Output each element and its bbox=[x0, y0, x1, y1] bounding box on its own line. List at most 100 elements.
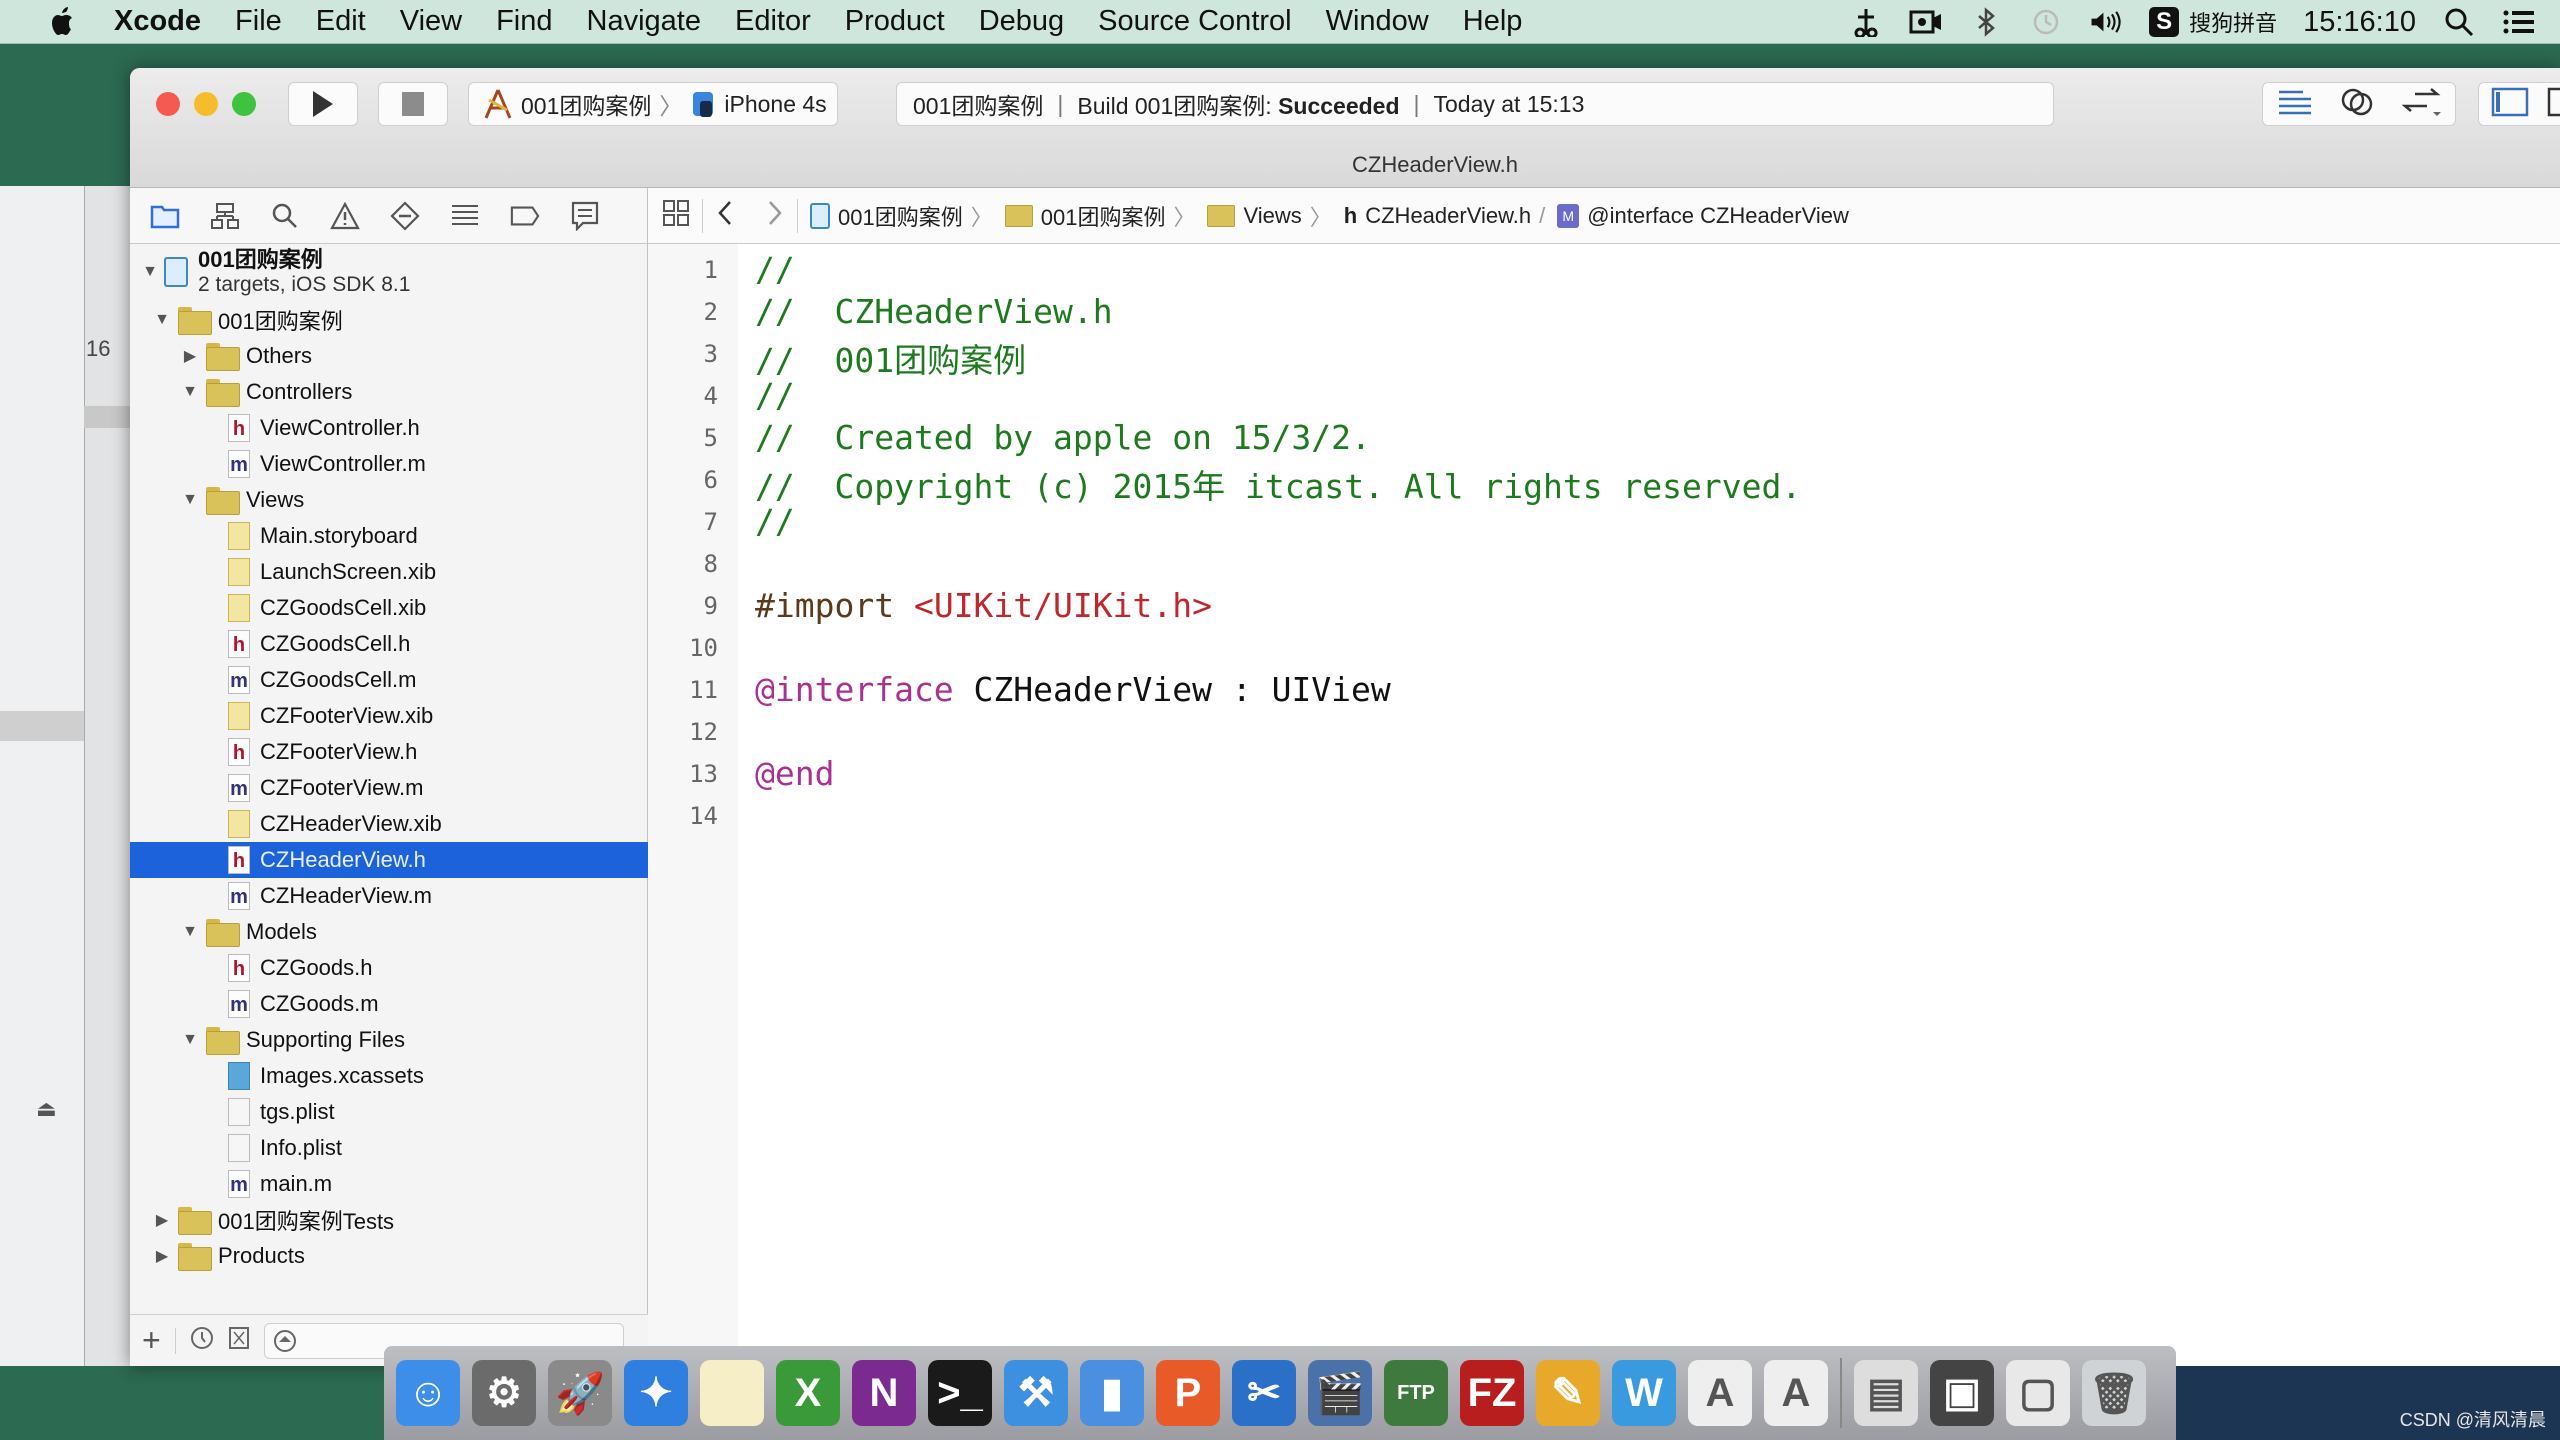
breadcrumb-project[interactable]: 001团购案例 〉 bbox=[810, 200, 993, 232]
disclosure-triangle-expanded-icon[interactable]: ▼ bbox=[180, 922, 200, 942]
spotlight-search-icon[interactable] bbox=[2442, 6, 2476, 38]
version-editor-icon[interactable] bbox=[2401, 86, 2442, 123]
file-tree-row[interactable]: CZFooterView.xib bbox=[130, 698, 648, 734]
menu-find[interactable]: Find bbox=[496, 5, 552, 38]
toggle-navigator-icon[interactable] bbox=[2491, 87, 2529, 122]
file-tree-row[interactable]: ▼ Controllers bbox=[130, 374, 648, 410]
file-tree-row[interactable]: ▼ Models bbox=[130, 914, 648, 950]
file-tree-row[interactable]: CZGoodsCell.xib bbox=[130, 590, 648, 626]
disclosure-triangle-expanded-icon[interactable]: ▼ bbox=[180, 382, 200, 402]
file-tree-row[interactable]: m CZHeaderView.m bbox=[130, 878, 648, 914]
dock-onenote-icon[interactable]: N bbox=[852, 1360, 916, 1426]
recent-files-clock-icon[interactable] bbox=[190, 1326, 214, 1355]
screen-record-icon[interactable] bbox=[1909, 6, 1943, 38]
disclosure-triangle-collapsed-icon[interactable]: ▶ bbox=[152, 1210, 172, 1230]
breakpoint-navigator-tag-icon[interactable] bbox=[510, 201, 540, 231]
file-tree-row[interactable]: h CZGoodsCell.h bbox=[130, 626, 648, 662]
menu-view[interactable]: View bbox=[400, 5, 462, 38]
file-tree-row[interactable]: Main.storyboard bbox=[130, 518, 648, 554]
dock-ftp-app-icon[interactable]: FTP bbox=[1384, 1360, 1448, 1426]
file-tree-row[interactable]: Info.plist bbox=[130, 1130, 648, 1166]
project-root-row[interactable]: ▼ 001团购案例 2 targets, iOS SDK 8.1 bbox=[130, 244, 648, 300]
dock-stack-3-icon[interactable]: ▢ bbox=[2006, 1360, 2070, 1426]
dock-pages-icon[interactable]: P bbox=[1156, 1360, 1220, 1426]
apple-menu-icon[interactable] bbox=[42, 6, 84, 38]
file-tree-row[interactable]: LaunchScreen.xib bbox=[130, 554, 648, 590]
file-tree-row[interactable]: ▼ Supporting Files bbox=[130, 1022, 648, 1058]
dock-pencil-app-icon[interactable]: ✎ bbox=[1536, 1360, 1600, 1426]
file-tree-row[interactable]: m CZGoodsCell.m bbox=[130, 662, 648, 698]
back-chevron-icon[interactable] bbox=[715, 199, 735, 233]
symbol-navigator-hierarchy-icon[interactable] bbox=[210, 201, 240, 231]
dock-document-a-icon[interactable]: A bbox=[1688, 1360, 1752, 1426]
report-navigator-message-icon[interactable] bbox=[570, 201, 600, 231]
disclosure-triangle-expanded-icon[interactable]: ▼ bbox=[152, 310, 172, 330]
run-button[interactable] bbox=[288, 82, 358, 126]
close-window-button[interactable] bbox=[156, 92, 180, 116]
file-tree-row[interactable]: h CZGoods.h bbox=[130, 950, 648, 986]
file-tree-row[interactable]: ▼ Views bbox=[130, 482, 648, 518]
code-line[interactable]: #import <UIKit/UIKit.h> bbox=[755, 586, 1212, 625]
code-line[interactable]: @end bbox=[755, 754, 834, 793]
menu-source-control[interactable]: Source Control bbox=[1098, 5, 1291, 38]
file-tree-row[interactable]: ▶ Products bbox=[130, 1238, 648, 1274]
code-line[interactable]: // Copyright (c) 2015年 itcast. All right… bbox=[755, 460, 1801, 508]
code-line[interactable]: // bbox=[755, 250, 795, 289]
code-line[interactable]: // 001团购案例 bbox=[755, 334, 1026, 382]
menubar-clock[interactable]: 15:16:10 bbox=[2303, 6, 2416, 39]
file-tree-row[interactable]: ▶ 001团购案例Tests bbox=[130, 1202, 648, 1238]
bluetooth-icon[interactable] bbox=[1969, 6, 2003, 38]
dock-terminal-icon[interactable]: >_ bbox=[928, 1360, 992, 1426]
menu-window[interactable]: Window bbox=[1326, 5, 1429, 38]
dock-filezilla-icon[interactable]: FZ bbox=[1460, 1360, 1524, 1426]
file-tree-row[interactable]: ▶ Others bbox=[130, 338, 648, 374]
file-tree-row[interactable]: m CZGoods.m bbox=[130, 986, 648, 1022]
breadcrumb-views[interactable]: Views 〉 bbox=[1207, 200, 1332, 232]
dock-scissors-tool-icon[interactable]: ✂ bbox=[1232, 1360, 1296, 1426]
disclosure-triangle-collapsed-icon[interactable]: ▶ bbox=[180, 346, 200, 366]
toggle-debug-area-icon[interactable] bbox=[2547, 87, 2560, 122]
add-file-button[interactable]: + bbox=[142, 1322, 161, 1359]
dock-safari-icon[interactable]: ✦ bbox=[624, 1360, 688, 1426]
menu-editor[interactable]: Editor bbox=[735, 5, 811, 38]
scm-status-filter-icon[interactable] bbox=[228, 1326, 250, 1355]
file-tree-row[interactable]: m CZFooterView.m bbox=[130, 770, 648, 806]
ime-label[interactable]: 搜狗拼音 bbox=[2189, 6, 2277, 38]
file-tree-row[interactable]: ▼ 001团购案例 bbox=[130, 302, 648, 338]
file-tree-row[interactable]: h CZHeaderView.h bbox=[130, 842, 648, 878]
issue-navigator-warning-icon[interactable] bbox=[330, 201, 360, 231]
source-editor[interactable]: 1 // 2 // CZHeaderView.h 3 // 001团购案例 4 // 5 // C… bbox=[648, 244, 2560, 1366]
dock-finder-icon[interactable]: ☺ bbox=[396, 1360, 460, 1426]
scheme-selector[interactable]: 001团购案例 〉 iPhone 4s bbox=[468, 82, 838, 126]
dock-trash-icon[interactable]: 🗑 bbox=[2082, 1360, 2146, 1426]
code-line[interactable]: // CZHeaderView.h bbox=[755, 292, 1113, 331]
dock-stack-1-icon[interactable]: ▤ bbox=[1854, 1360, 1918, 1426]
forward-chevron-icon[interactable] bbox=[765, 199, 785, 233]
dock-notes-icon[interactable] bbox=[700, 1360, 764, 1426]
test-navigator-diamond-icon[interactable] bbox=[390, 200, 420, 231]
menu-navigate[interactable]: Navigate bbox=[587, 5, 701, 38]
disclosure-triangle-collapsed-icon[interactable]: ▶ bbox=[152, 1246, 172, 1266]
file-tree-row[interactable]: h CZFooterView.h bbox=[130, 734, 648, 770]
assistant-editor-icon[interactable] bbox=[2340, 87, 2374, 122]
file-tree-row[interactable]: m ViewController.m bbox=[130, 446, 648, 482]
menu-file[interactable]: File bbox=[235, 5, 282, 38]
dock-launchpad-icon[interactable]: 🚀 bbox=[548, 1360, 612, 1426]
volume-icon[interactable] bbox=[2089, 6, 2123, 38]
menu-edit[interactable]: Edit bbox=[316, 5, 366, 38]
find-navigator-search-icon[interactable] bbox=[270, 201, 300, 231]
dock-document-b-icon[interactable]: A bbox=[1764, 1360, 1828, 1426]
notification-center-icon[interactable] bbox=[2502, 6, 2536, 38]
menu-xcode[interactable]: Xcode bbox=[114, 5, 201, 38]
dock-xcode-icon[interactable]: ⚒ bbox=[1004, 1360, 1068, 1426]
breadcrumb-symbol[interactable]: M @interface CZHeaderView bbox=[1557, 203, 1849, 229]
dock-stack-2-icon[interactable]: ▣ bbox=[1930, 1360, 1994, 1426]
file-tree-row[interactable]: h ViewController.h bbox=[130, 410, 648, 446]
standard-editor-icon[interactable] bbox=[2277, 87, 2313, 122]
breadcrumb-file[interactable]: h CZHeaderView.h / bbox=[1344, 203, 1545, 229]
zoom-window-button[interactable] bbox=[232, 92, 256, 116]
disclosure-triangle-expanded-icon[interactable]: ▼ bbox=[180, 490, 200, 510]
file-tree-row[interactable]: Images.xcassets bbox=[130, 1058, 648, 1094]
file-tree-row[interactable]: m main.m bbox=[130, 1166, 648, 1202]
related-items-grid-icon[interactable] bbox=[662, 199, 690, 233]
